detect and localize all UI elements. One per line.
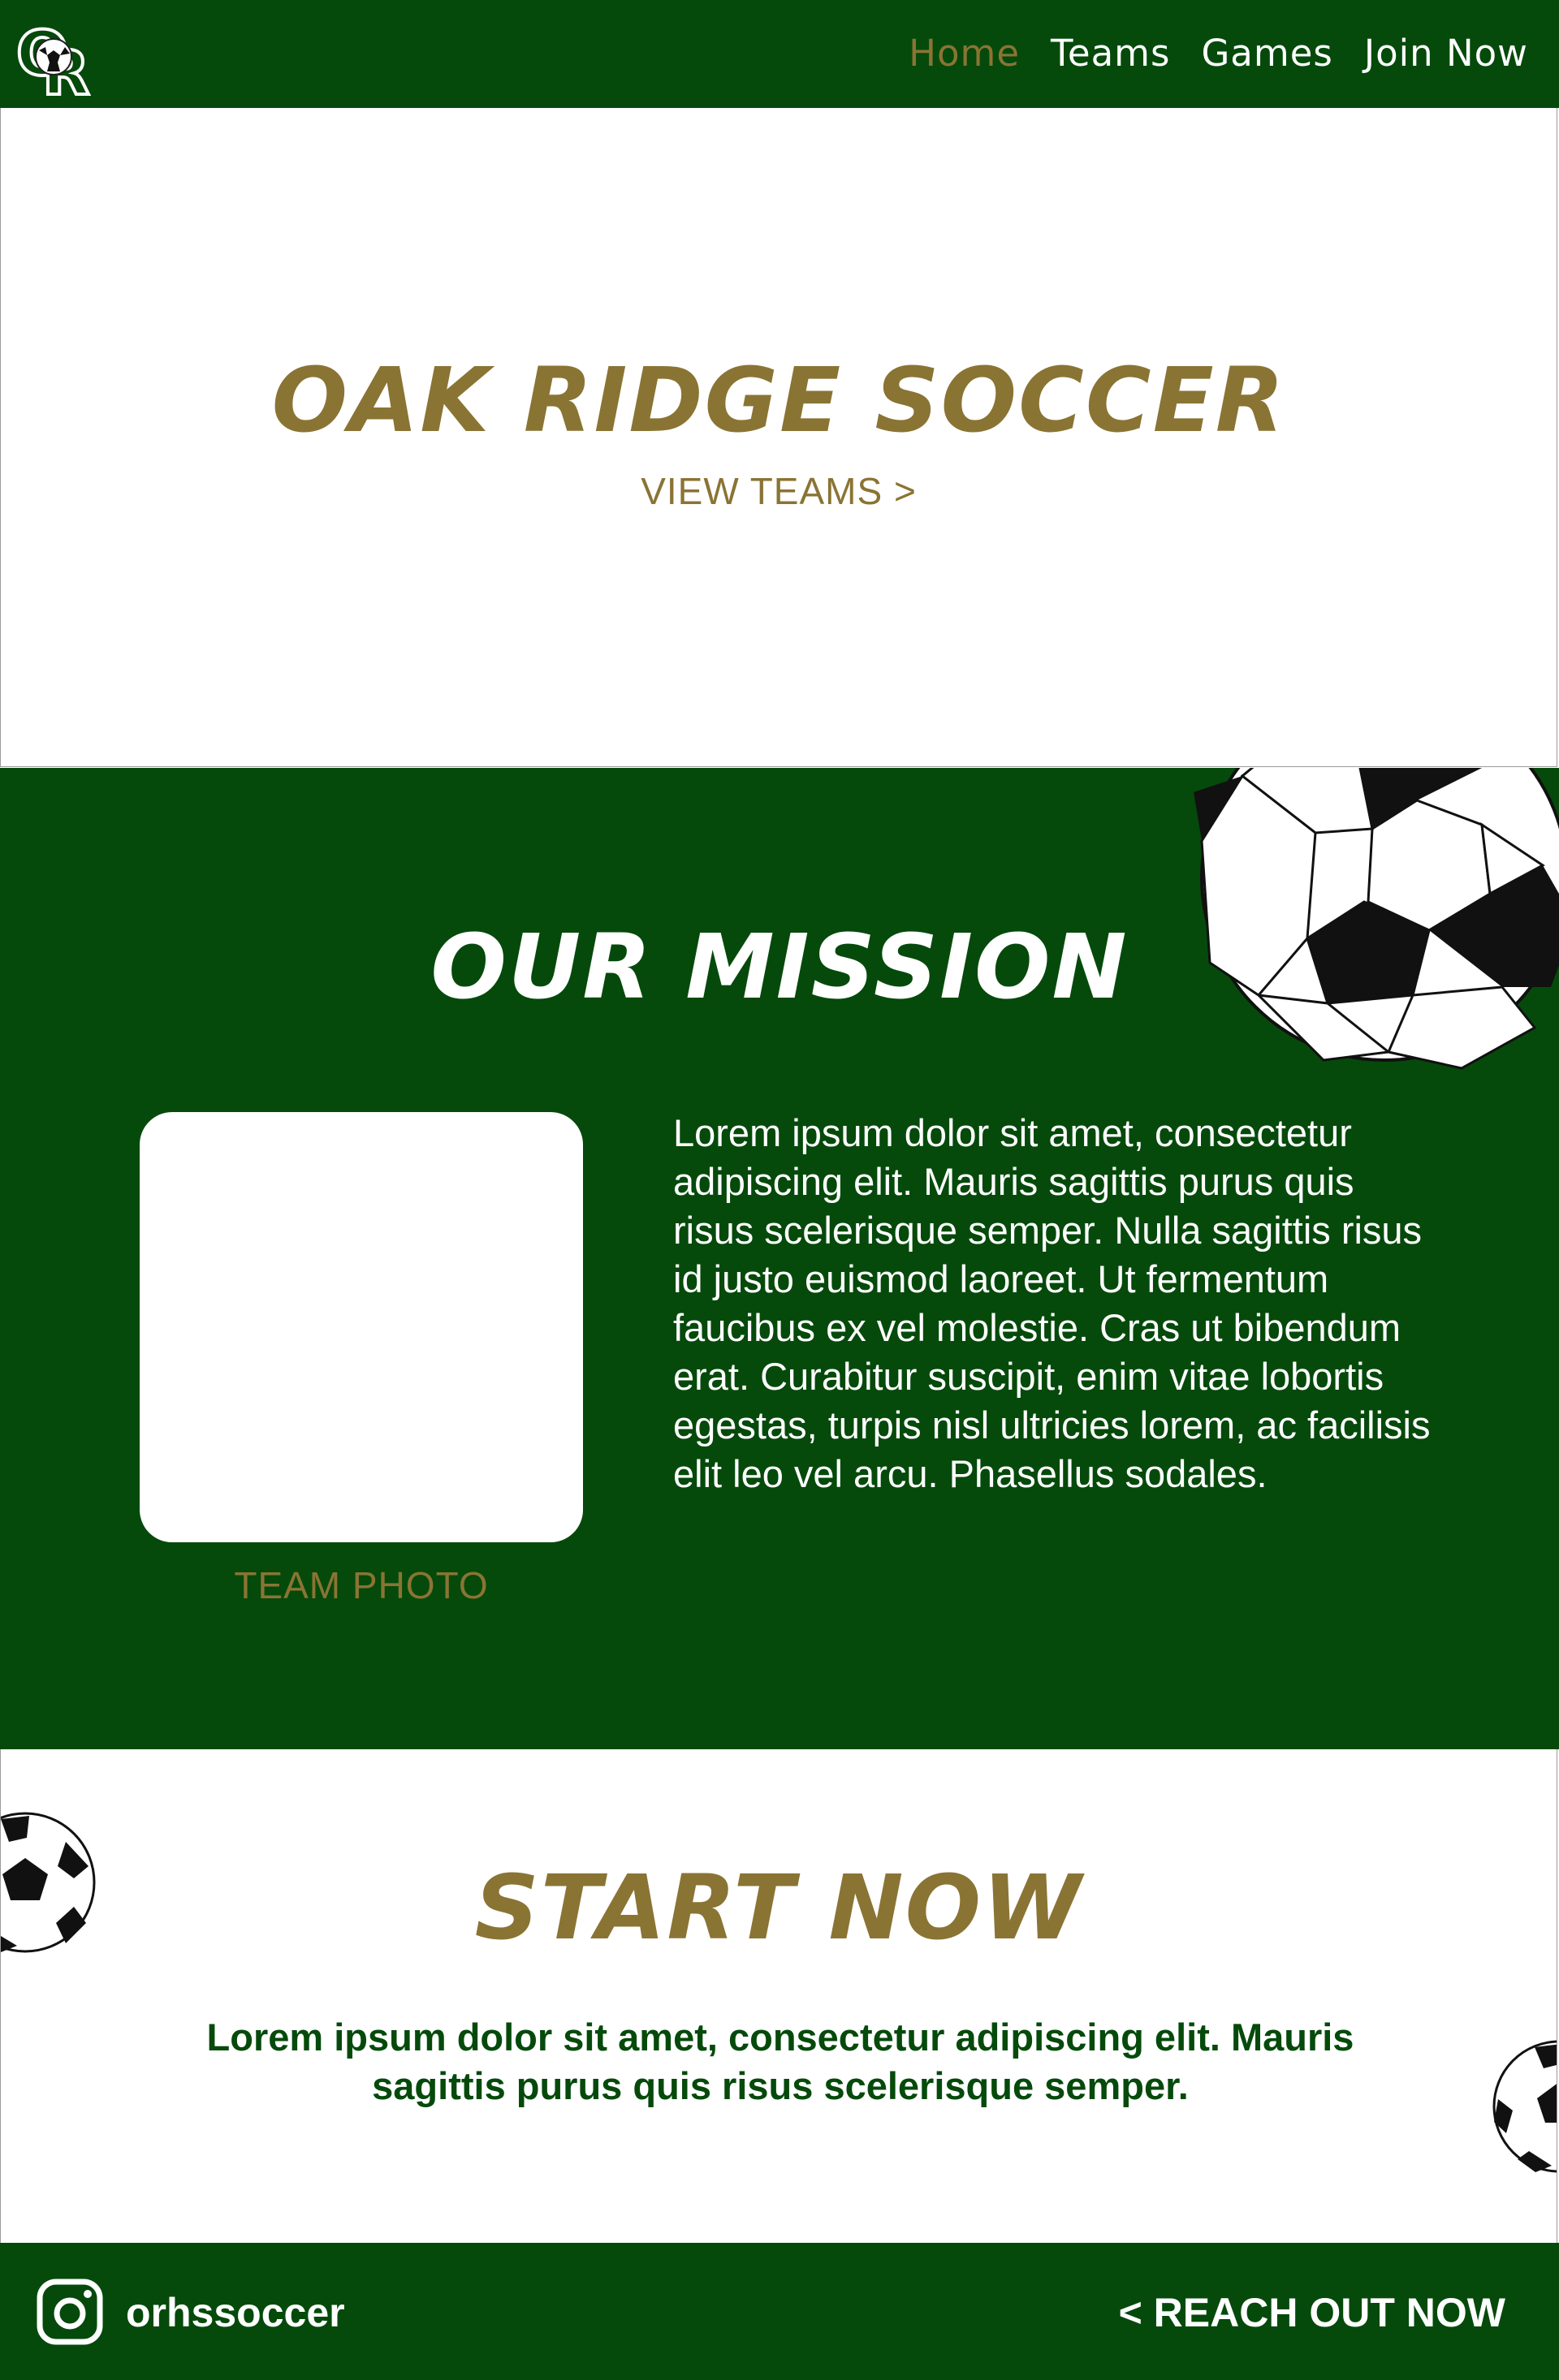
instagram-handle-link[interactable]: orhssoccer <box>126 2288 345 2337</box>
view-teams-link[interactable]: VIEW TEAMS > <box>1 469 1557 513</box>
start-now-text: Lorem ipsum dolor sit amet, consectetur … <box>206 2016 1354 2107</box>
nav-link-teams[interactable]: Teams <box>1051 29 1170 78</box>
nav-link-home[interactable]: Home <box>909 29 1020 78</box>
mission-title: OUR MISSION <box>430 915 1129 1019</box>
reach-out-now-link[interactable]: < REACH OUT NOW <box>1119 2288 1505 2337</box>
mission-body-text: Lorem ipsum dolor sit amet, consectetur … <box>673 1111 1431 1495</box>
nav-links: Home Teams Games Join Now <box>909 29 1528 78</box>
team-photo-placeholder <box>140 1112 583 1542</box>
oak-ridge-logo[interactable]: O R <box>15 10 96 110</box>
soccer-ball-icon <box>1490 2037 1557 2175</box>
hero-title: OAK RIDGE SOCCER <box>271 348 1286 452</box>
team-photo-caption: TEAM PHOTO <box>234 1564 489 1606</box>
nav-link-join-now[interactable]: Join Now <box>1364 29 1528 78</box>
footer: orhssoccer < REACH OUT NOW <box>0 2243 1559 2380</box>
hero-section: OAK RIDGE SOCCER VIEW TEAMS > <box>0 108 1557 767</box>
mission-section: OUR MISSION TEAM PHOTO Lorem ipsum dolor… <box>0 768 1559 1749</box>
top-navigation-bar: O R Home Teams Games Join Now <box>0 0 1559 110</box>
instagram-icon[interactable] <box>37 2279 103 2345</box>
start-now-section: START NOW Lorem ipsum dolor sit amet, co… <box>0 1749 1557 2243</box>
start-now-title: START NOW <box>474 1856 1083 1960</box>
nav-link-games[interactable]: Games <box>1201 29 1332 78</box>
